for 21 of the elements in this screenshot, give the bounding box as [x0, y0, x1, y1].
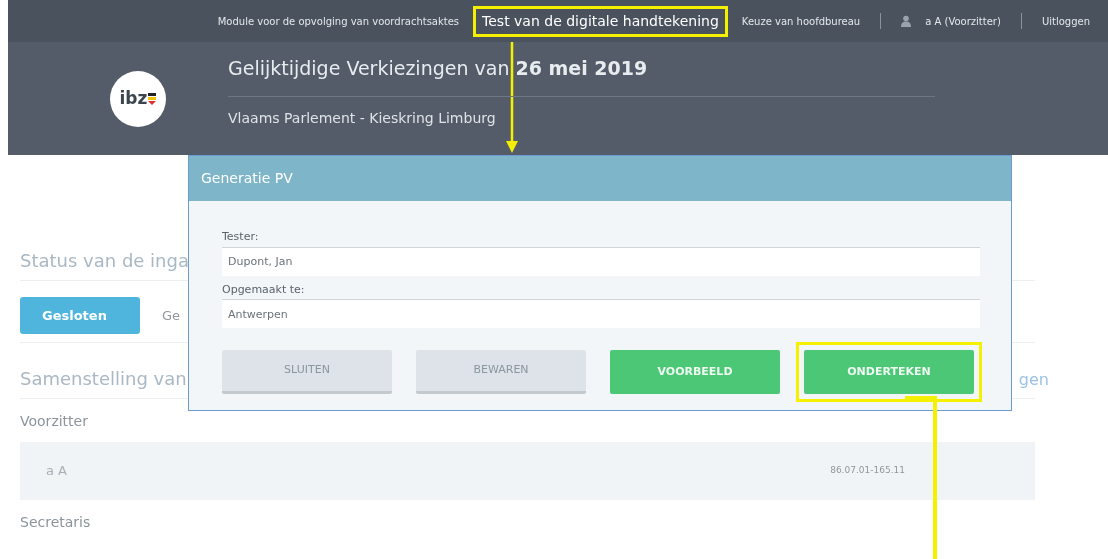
page-title: Gelijktijdige Verkiezingen van 26 mei 2019 [228, 56, 648, 81]
flag-icon [148, 92, 157, 105]
nav-link[interactable]: Keuze van hoofdbureau [741, 13, 861, 29]
page-subtitle: Vlaams Parlement - Kieskring Limburg [228, 108, 496, 128]
text-input[interactable]: Antwerpen [222, 299, 980, 328]
field-label: Tester: [222, 229, 260, 245]
section-heading: Samenstelling van [20, 367, 187, 391]
field-label: Opgemaakt te: [222, 281, 306, 298]
member-name: a A [46, 462, 67, 481]
status-tab[interactable]: Ge [162, 305, 181, 326]
logo-text: ibz [119, 86, 148, 110]
nav-link[interactable]: Module voor de opvolging van voordrachtsaktes [217, 13, 460, 29]
nav-link[interactable]: Uitloggen [1041, 13, 1090, 29]
role-heading: Voorzitter [20, 412, 89, 431]
user-menu-link[interactable]: a A (Voorzitter) [925, 13, 1001, 29]
user-icon [901, 15, 912, 27]
member-number: 86.07.01-165.11 [830, 464, 905, 478]
text-input[interactable]: Dupont, Jan [222, 246, 980, 276]
role-heading: Secretaris [20, 513, 92, 532]
nav-link[interactable]: Test van de digitale handtekening [473, 5, 728, 37]
modal-title: Generatie PV [189, 156, 1011, 201]
